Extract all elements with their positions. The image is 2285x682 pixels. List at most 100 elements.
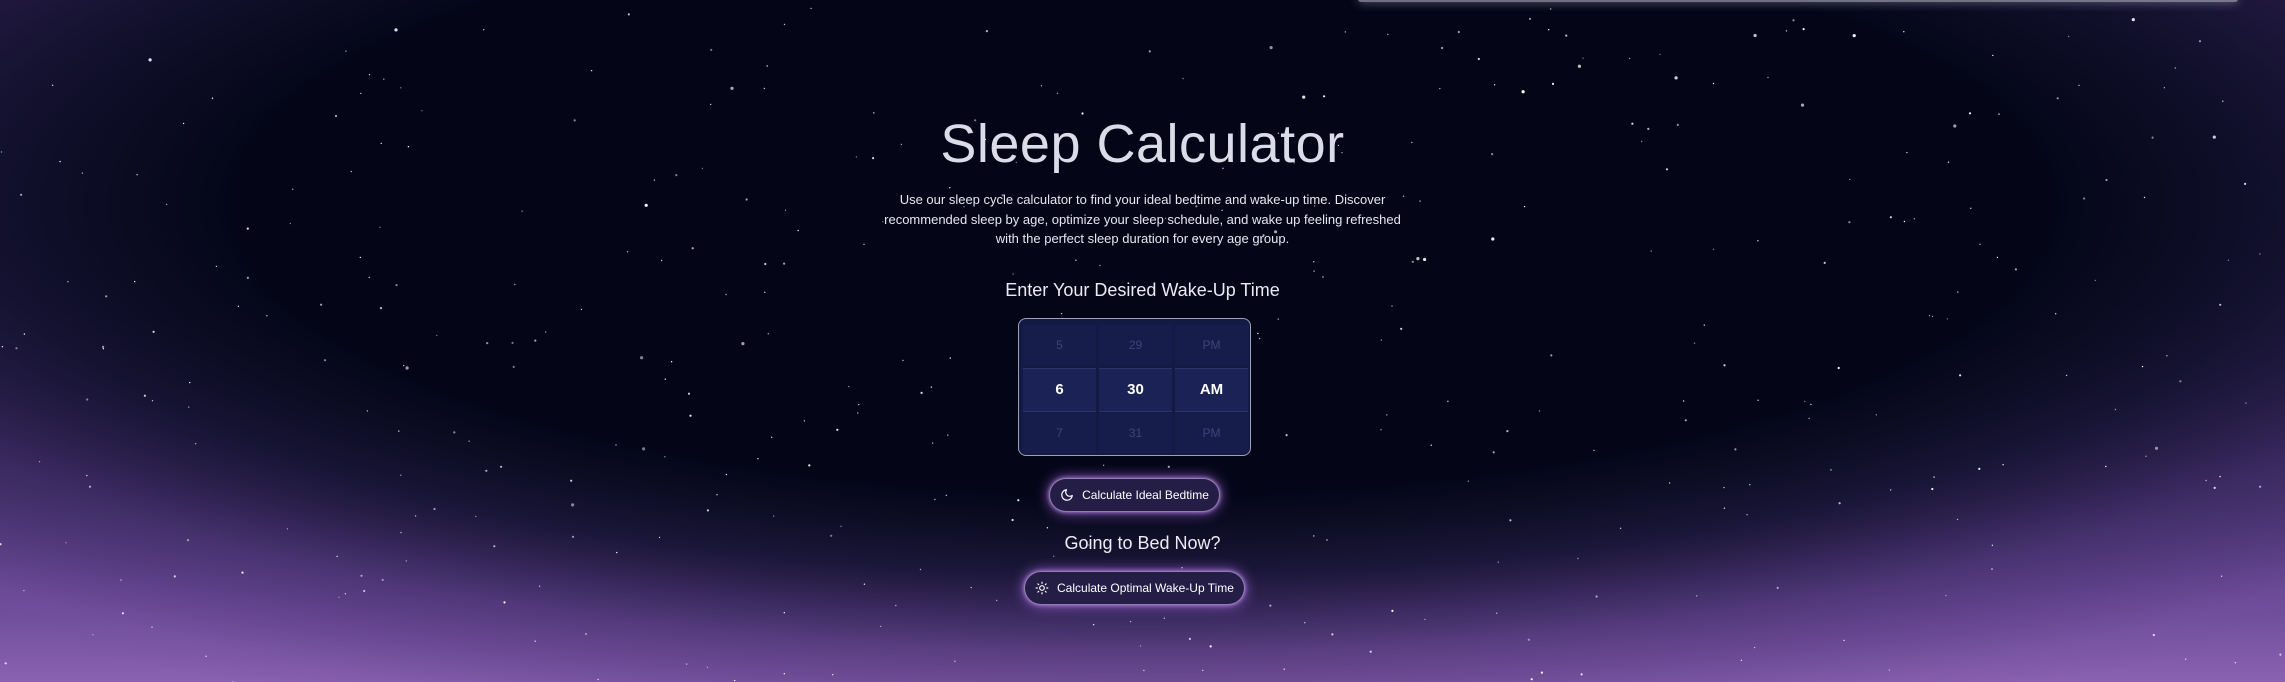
star [483,29,485,31]
star [1550,8,1552,10]
star [1302,95,1306,99]
star [1148,50,1151,53]
star [1659,53,1661,56]
bed-now-heading: Going to Bed Now? [1064,533,1221,553]
star [2185,658,2187,660]
calculate-wake-time-button[interactable]: Calculate Optimal Wake-Up Time [1024,571,1245,605]
star [934,498,936,501]
star [1530,678,1533,681]
star [1380,339,1383,341]
star [4,662,7,665]
star [1509,519,1512,522]
star [511,341,514,344]
hour-prev-option[interactable]: 5 [1023,325,1096,365]
star [359,256,361,259]
star [23,333,26,335]
star [475,515,477,518]
minute-next-option[interactable]: 31 [1099,413,1172,453]
star [1017,499,1020,502]
star [1991,568,1993,570]
star [1099,264,1101,267]
star [1496,612,1498,614]
star [2227,259,2230,261]
star [2067,35,2070,38]
star [338,596,340,598]
star [102,345,105,348]
star [394,28,398,32]
star [1391,305,1393,307]
star [433,507,436,511]
star [2105,465,2107,468]
star [710,103,712,106]
star [930,386,933,388]
star [1209,645,1212,648]
star [1734,448,1737,451]
star [764,262,767,266]
star [360,574,363,577]
star [947,434,949,436]
hour-next-option[interactable]: 7 [1023,413,1096,453]
star [1551,82,1555,85]
star [1888,669,1891,671]
star [1492,451,1495,454]
star [400,474,402,476]
minute-prev-option[interactable]: 29 [1099,325,1172,365]
star [1380,429,1382,431]
star [1928,314,1931,317]
star [920,391,923,394]
star [1875,414,1878,416]
star [1387,33,1389,36]
minute-wheel[interactable]: 29 30 31 [1099,323,1172,453]
star [1313,261,1315,263]
star [453,431,456,434]
star [534,339,537,342]
star [1369,650,1372,653]
star [1402,195,1405,197]
star [783,262,786,265]
period-next-option[interactable]: PM [1175,413,1248,453]
period-selected-option[interactable]: AM [1175,368,1248,412]
star [1521,90,1525,94]
star [1682,400,1685,402]
star [2002,464,2004,466]
star [1323,95,1326,98]
star [2245,402,2247,404]
star [152,330,155,333]
star [902,359,904,362]
wake-time-picker[interactable]: 5 6 7 29 30 31 PM AM PM [1018,318,1251,456]
star [895,604,897,607]
star [1776,586,1779,590]
star [597,678,599,681]
hour-wheel[interactable]: 5 6 7 [1023,323,1096,453]
star [1674,76,1678,80]
minute-selected-option[interactable]: 30 [1099,368,1172,412]
star [863,583,866,585]
star [344,593,347,595]
star [1628,57,1631,60]
star [580,308,583,311]
hour-selected-option[interactable]: 6 [1023,368,1096,412]
star [345,50,347,52]
star [660,259,663,262]
star [1913,218,1916,220]
star [783,612,785,614]
star [784,209,787,211]
star [857,412,859,414]
star [1344,31,1347,33]
calculate-bedtime-button[interactable]: Calculate Ideal Bedtime [1049,478,1220,512]
period-wheel[interactable]: PM AM PM [1175,323,1248,453]
star [1143,669,1145,672]
star [954,660,956,662]
star [590,70,593,72]
star [436,334,438,337]
star [266,315,268,317]
star [1723,507,1726,509]
period-prev-option[interactable]: PM [1175,325,1248,365]
star [1523,205,1526,208]
star [286,528,289,530]
star [2152,633,2155,637]
star [880,625,882,628]
star [2174,67,2176,69]
star [1424,618,1426,621]
star [2244,182,2247,185]
